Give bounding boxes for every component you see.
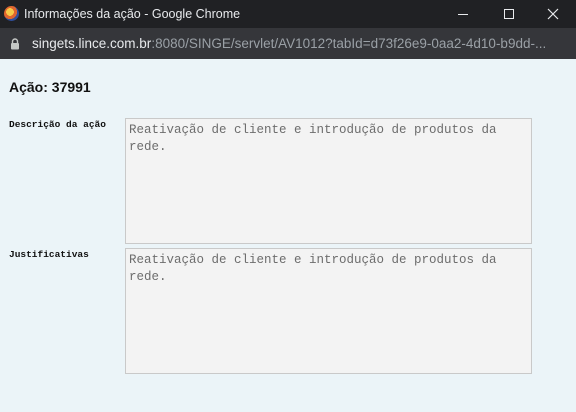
maximize-icon	[504, 9, 514, 19]
url-host: singets.lince.com.br	[32, 36, 152, 51]
description-textarea[interactable]: Reativação de cliente e introdução de pr…	[125, 118, 532, 244]
page-content: Ação: 37991 Descrição da ação Reativação…	[0, 59, 576, 412]
chrome-app-icon	[4, 6, 19, 21]
address-bar[interactable]: singets.lince.com.br:8080/SINGE/servlet/…	[0, 28, 576, 59]
minimize-button[interactable]	[440, 0, 486, 28]
justification-label: Justificativas	[9, 249, 89, 260]
lock-icon[interactable]	[10, 38, 20, 50]
url-text[interactable]: singets.lince.com.br:8080/SINGE/servlet/…	[32, 36, 568, 51]
url-path: :8080/SINGE/servlet/AV1012?tabId=d73f26e…	[151, 36, 547, 51]
minimize-icon	[458, 13, 468, 15]
window-title: Informações da ação - Google Chrome	[24, 7, 241, 21]
maximize-button[interactable]	[486, 0, 532, 28]
page-title: Ação: 37991	[9, 79, 91, 95]
window-titlebar: Informações da ação - Google Chrome	[0, 0, 576, 28]
close-button[interactable]	[530, 0, 576, 28]
description-label: Descrição da ação	[9, 119, 106, 130]
justification-textarea[interactable]: Reativação de cliente e introdução de pr…	[125, 248, 532, 374]
close-icon	[547, 8, 559, 20]
